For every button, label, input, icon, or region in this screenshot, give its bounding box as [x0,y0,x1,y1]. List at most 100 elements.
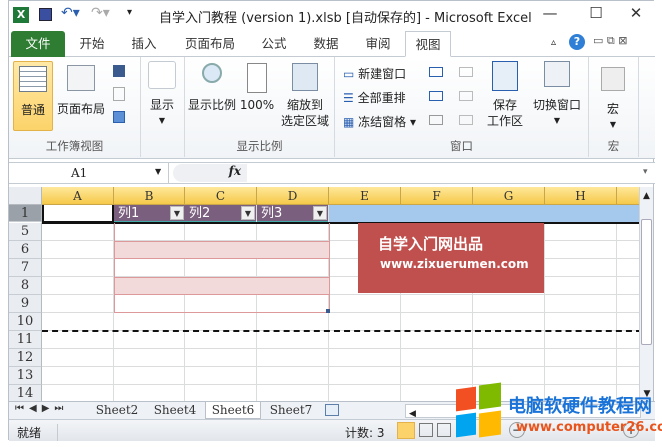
tab-data[interactable]: 数据 [305,31,347,57]
arrange-all-button[interactable]: ☰ 全部重排 [343,89,406,106]
page-break-status-button[interactable] [437,423,451,437]
sheet-tab-active[interactable]: Sheet6 [205,402,261,419]
insert-function-button[interactable]: fx [173,164,247,182]
unhide-icon[interactable] [429,115,443,125]
tab-insert[interactable]: 插入 [123,31,165,57]
formula-input[interactable] [249,163,645,183]
undo-icon[interactable]: ↶▾ [61,5,80,21]
zoom-to-selection-button[interactable]: 缩放到 选定区域 [279,61,331,129]
tab-review[interactable]: 审阅 [357,31,399,57]
row-header[interactable]: 13 [9,367,42,385]
column-header[interactable]: D [257,187,329,205]
table-header-cell[interactable]: 列2 ▼ [185,205,256,222]
filter-dropdown-button[interactable]: ▼ [241,206,255,220]
show-button[interactable]: 显示 ▼ [145,61,179,131]
worksheet-grid[interactable]: ABCDEFGH 1 5 6 7 8 9 10 11 12 13 14 列1 ▼ 列2 ▼ 列3 ▼ 自学入门网出… [9,187,639,401]
maximize-button[interactable]: ☐ [581,4,611,24]
excel-window: X ↶▾ ↷▾ ▾ 自学入门教程 (version 1).xlsb [自动保存的… [8,0,655,441]
normal-view-button[interactable]: 普通 [13,61,53,131]
tab-view[interactable]: 视图 [405,31,451,57]
minimize-ribbon-icon[interactable]: ▵ [551,37,556,48]
page-layout-view-button[interactable]: 页面布局 [55,61,107,131]
tab-page-layout[interactable]: 页面布局 [179,31,241,57]
close-button[interactable]: ✕ [621,4,651,24]
name-box[interactable]: A1 ▼ [9,163,169,183]
hide-icon[interactable] [429,91,443,101]
column-header[interactable]: B [114,187,185,205]
new-window-button[interactable]: ▭ 新建窗口 [343,65,406,82]
watermark-textbox: 自学入门网出品 www.zixuerumen.com [358,223,544,293]
sheet-nav-buttons[interactable]: ⏮◀▶⏭ [15,403,68,414]
expand-formula-bar-icon[interactable]: ▾ [643,167,648,177]
redo-icon[interactable]: ↷▾ [91,5,110,21]
sync-scroll-icon[interactable] [459,91,473,101]
zoom-button[interactable]: 显示比例 [187,61,237,113]
row-header[interactable]: 14 [9,385,42,401]
group-zoom: 显示比例 100% 缩放到 选定区域 显示比例 [185,57,335,157]
table-header-cell[interactable]: 列3 ▼ [257,205,328,222]
filter-dropdown-button[interactable]: ▼ [313,206,327,220]
grid-icon [19,66,47,92]
save-icon[interactable] [39,8,52,21]
column-header[interactable]: E [329,187,401,205]
sheet-tab[interactable]: Sheet2 [89,402,145,419]
insert-sheet-icon[interactable] [325,404,339,416]
column-header[interactable] [617,187,639,205]
customize-qat-icon[interactable]: ▾ [127,7,132,18]
row-header[interactable]: 9 [9,295,42,313]
tab-home[interactable]: 开始 [71,31,113,57]
scroll-up-icon[interactable]: ▲ [640,191,653,201]
table-header-cell[interactable]: 列1 ▼ [114,205,185,222]
row-header[interactable]: 12 [9,349,42,367]
column-header[interactable]: H [545,187,617,205]
row-header[interactable]: 6 [9,241,42,259]
column-header[interactable]: F [401,187,473,205]
row-header[interactable]: 11 [9,331,42,349]
split-icon[interactable] [429,67,443,77]
tab-file[interactable]: 文件 [11,31,65,57]
minimize-button[interactable]: — [535,4,565,24]
select-all-corner[interactable] [9,187,42,205]
custom-views-icon[interactable] [113,87,125,101]
macro-icon [601,67,625,91]
group-workbook-views: 普通 页面布局 工作簿视图 [9,57,141,157]
vertical-scrollbar[interactable]: ▲ ▼ [639,187,653,401]
sheet-tab[interactable]: Sheet4 [147,402,203,419]
column-header[interactable]: G [473,187,545,205]
scroll-thumb[interactable] [641,219,652,345]
zoom-100-button[interactable]: 100% [239,61,275,113]
page-break-line [42,330,639,332]
tab-formulas[interactable]: 公式 [253,31,295,57]
scroll-left-icon[interactable]: ◀ [409,409,416,419]
row-header[interactable]: 1 [9,205,42,222]
page-break-preview-icon[interactable] [113,65,125,77]
switch-windows-button[interactable]: 切换窗口 ▼ [529,61,585,129]
full-screen-icon[interactable] [113,111,125,123]
switch-windows-icon [544,61,570,87]
view-side-by-side-icon[interactable] [459,67,473,77]
workbook-window-controls[interactable]: ▭ ⧉ ⊠ [593,34,627,48]
row-header[interactable]: 8 [9,277,42,295]
page-layout-status-button[interactable] [419,423,433,437]
cell-A1-selected[interactable] [42,205,114,223]
row-header[interactable]: 10 [9,313,42,331]
name-box-dropdown-icon[interactable]: ▼ [155,167,161,176]
filter-dropdown-button[interactable]: ▼ [170,206,184,220]
column-header[interactable]: C [185,187,257,205]
row-header[interactable]: 7 [9,259,42,277]
dropdown-arrow-icon: ▼ [158,116,166,125]
macros-button[interactable]: 宏 ▼ [595,67,631,133]
show-icon [148,61,176,89]
freeze-panes-button[interactable]: ▦ 冻结窗格 ▾ [343,113,416,130]
save-workspace-button[interactable]: 保存 工作区 [485,61,525,129]
magnifier-icon [202,63,222,83]
sheet-tab[interactable]: Sheet7 [263,402,319,419]
normal-view-status-button[interactable] [397,422,415,439]
table-resize-handle[interactable] [326,309,330,313]
row-header[interactable]: 5 [9,223,42,241]
group-show: 显示 ▼ [141,57,185,157]
column-header[interactable]: A [42,187,114,205]
save-workspace-icon [492,61,518,91]
reset-position-icon[interactable] [459,115,473,125]
help-icon[interactable]: ? [569,34,585,50]
